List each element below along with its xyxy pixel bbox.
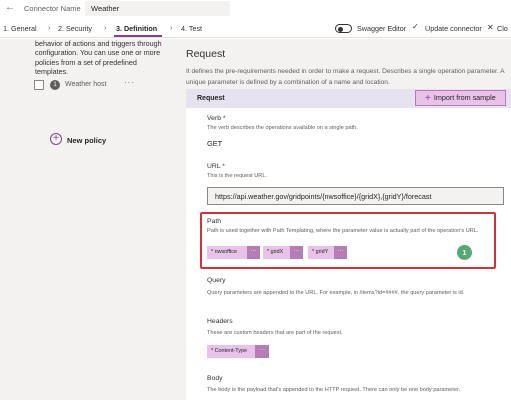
path-param-chip[interactable]: * nwsoffice — [207, 246, 247, 259]
url-input[interactable]: https://api.weather.gov/gridpoints/{nwso… — [207, 187, 504, 205]
add-circle-icon[interactable]: + — [50, 133, 62, 145]
tab-definition[interactable]: 3. Definition — [116, 24, 157, 33]
more-options-icon[interactable]: ··· — [334, 246, 347, 259]
wizard-tabs: 1. General › 2. Security › 3. Definition… — [0, 18, 511, 38]
policies-description: behavior of actions and triggers through… — [35, 39, 162, 76]
body-label: Body — [207, 375, 223, 382]
url-label: URL * — [207, 163, 225, 170]
new-policy-button[interactable]: New policy — [67, 136, 106, 145]
policies-panel: behavior of actions and triggers through… — [0, 39, 176, 400]
import-from-sample-label: Import from sample — [433, 93, 496, 102]
more-options-icon[interactable]: ··· — [124, 78, 135, 87]
definition-main: Request It defines the pre-requirements … — [176, 39, 511, 400]
header-param-chip[interactable]: * Content-Type — [207, 345, 255, 358]
chevron-right-icon: › — [104, 23, 107, 32]
update-connector-button[interactable]: Update connector — [425, 24, 482, 33]
path-label: Path — [207, 218, 221, 225]
policy-number-badge: 1 — [50, 80, 60, 90]
close-button-label[interactable]: Clo — [497, 24, 508, 33]
chevron-right-icon: › — [170, 23, 173, 32]
body-help: The body is the payload that's appended … — [207, 387, 461, 393]
headers-label: Headers — [207, 318, 233, 325]
top-bar: ← Connector Name Weather — [0, 0, 511, 17]
active-tab-indicator — [114, 35, 162, 37]
verb-help: The verb describes the operations availa… — [207, 125, 358, 131]
path-highlight-box — [200, 212, 496, 269]
chevron-right-icon: › — [48, 23, 51, 32]
path-param-chip[interactable]: * gridX — [263, 246, 290, 259]
query-help: Query parameters are appended to the URL… — [207, 290, 465, 296]
import-from-sample-button[interactable]: + Import from sample — [415, 90, 506, 106]
request-card-title: Request — [197, 95, 225, 102]
more-options-icon[interactable]: ··· — [290, 246, 303, 259]
more-options-icon[interactable]: ··· — [247, 246, 260, 259]
more-options-icon[interactable]: ··· — [255, 345, 269, 358]
verb-value[interactable]: GET — [207, 139, 222, 148]
request-card-header: Request + Import from sample — [186, 89, 511, 108]
close-icon[interactable]: ✕ — [487, 23, 494, 32]
section-title: Request — [186, 48, 226, 60]
headers-help: These are custom headers that are part o… — [207, 330, 343, 336]
back-arrow-icon[interactable]: ← — [5, 2, 15, 13]
query-label: Query — [207, 277, 226, 284]
swagger-editor-toggle[interactable] — [335, 24, 352, 33]
connector-name-input[interactable]: Weather — [85, 1, 230, 16]
plus-icon: + — [425, 93, 431, 104]
tab-test[interactable]: 4. Test — [181, 24, 202, 33]
tab-security[interactable]: 2. Security — [58, 24, 92, 33]
section-description: It defines the pre-requirements needed i… — [186, 68, 505, 86]
verb-label: Verb * — [207, 115, 226, 122]
policy-checkbox[interactable] — [34, 80, 44, 90]
swagger-editor-label[interactable]: Swagger Editor — [357, 24, 406, 33]
policy-item[interactable]: 1 Weather host ··· — [34, 78, 174, 92]
request-card: Request + Import from sample Verb * The v… — [186, 89, 511, 400]
tab-general[interactable]: 1. General — [3, 24, 37, 33]
step-number-badge: 1 — [457, 245, 472, 260]
url-help: This is the request URL. — [207, 173, 268, 179]
connector-name-label: Connector Name — [24, 4, 81, 13]
path-help: Path is used together with Path Templati… — [207, 228, 479, 234]
checkmark-icon: ✓ — [412, 22, 419, 31]
policy-name: Weather host — [65, 81, 107, 88]
path-param-chip[interactable]: * gridY — [308, 246, 334, 259]
